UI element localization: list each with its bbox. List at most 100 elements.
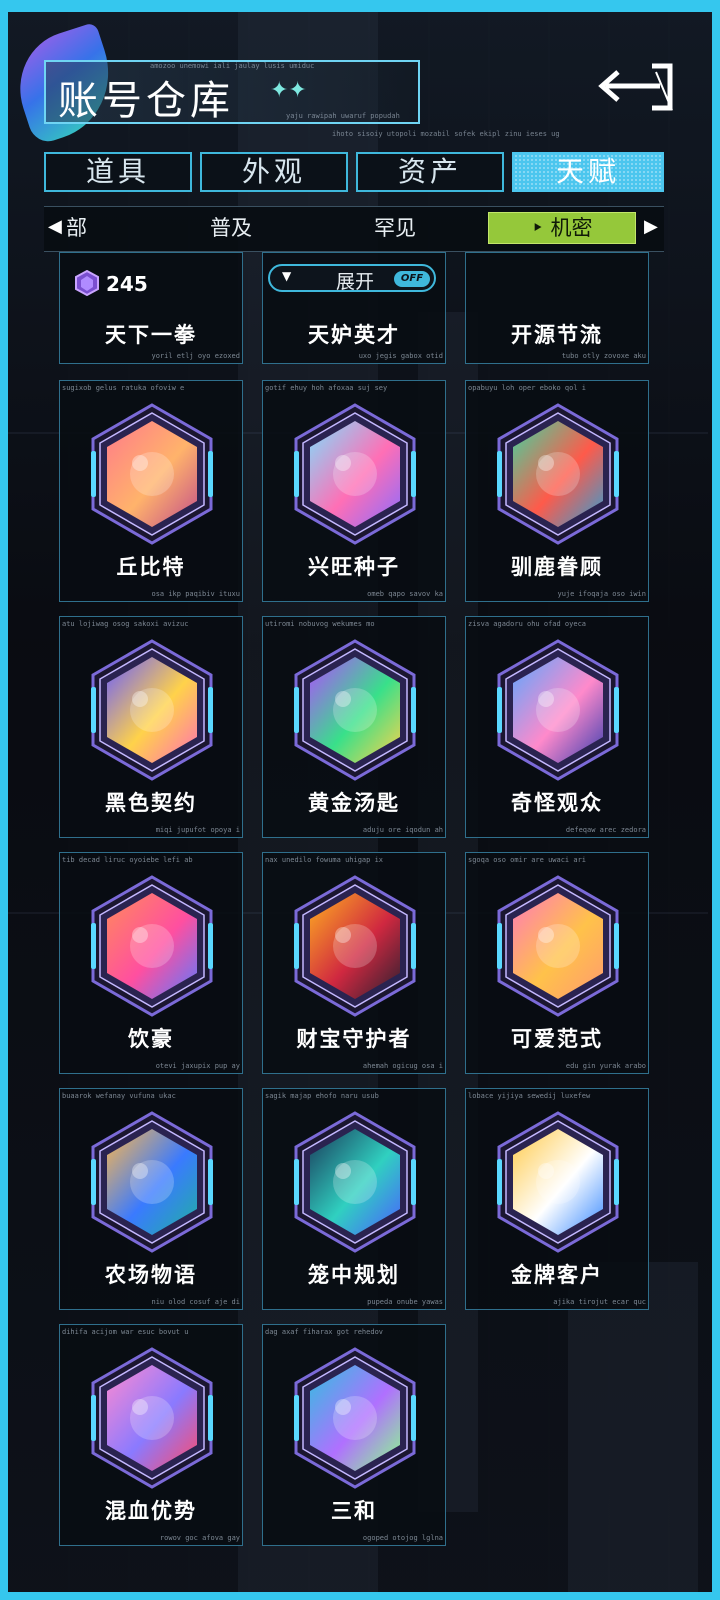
- scroll-left-icon[interactable]: ◀: [48, 216, 62, 237]
- talent-card[interactable]: nax unedilo fowuma uhigap ix 财宝守护者 ahemah …: [262, 852, 446, 1074]
- talent-card[interactable]: buaarok wefanay vufuna ukac 农场物语 niu olod …: [59, 1088, 243, 1310]
- card-caption: edu gin yurak arabo: [565, 1062, 646, 1070]
- talent-name: 可爱范式: [511, 1027, 603, 1051]
- dropdown-triangle-icon: ▼: [282, 269, 292, 283]
- tab-items[interactable]: 道具: [44, 152, 192, 192]
- page-title: 账号仓库: [58, 78, 234, 124]
- cocktail-icon: [90, 875, 214, 1017]
- talent-name: 农场物语: [105, 1263, 197, 1287]
- card-caption: zisva agadoru ohu ofad oyeca: [468, 620, 587, 628]
- crystal-icon: [75, 269, 99, 297]
- scroll-right-icon[interactable]: ▶: [644, 216, 658, 237]
- bg-building: [568, 1262, 698, 1592]
- header-caption: amozoo unemowi iali jaulay lusis umiduc: [150, 62, 315, 70]
- card-caption: uxo jegis gabox otid: [358, 352, 443, 360]
- expand-toggle[interactable]: ▼ 展开 OFF: [268, 264, 436, 293]
- talent-card[interactable]: zisva agadoru ohu ofad oyeca 奇怪观众 defeqaw …: [465, 616, 649, 838]
- talent-card[interactable]: sagik majap ehofo naru usub 笼中规划 pupeda on…: [262, 1088, 446, 1310]
- card-caption: osa ikp paqibiv ituxu: [151, 590, 240, 598]
- card-caption: niu olod cosuf aje di: [151, 1298, 240, 1306]
- talent-card[interactable]: utiromi nobuvog wekumes mo 黄金汤匙 aduju ore …: [262, 616, 446, 838]
- black-contract-icon: [90, 639, 214, 781]
- subtab-common[interactable]: 普及: [210, 212, 252, 244]
- talent-card[interactable]: 开源节流 tubo otly zovoxe aku: [465, 252, 649, 364]
- card-caption: gotif ehuy hoh afoxaa suj sey: [265, 384, 388, 392]
- talent-name: 开源节流: [511, 323, 603, 347]
- card-caption: buaarok wefanay vufuna ukac: [62, 1092, 176, 1100]
- card-caption: atu lojiwag osog sakoxi avizuc: [62, 620, 189, 628]
- talent-name: 三和: [331, 1499, 377, 1523]
- card-caption: nax unedilo fowuma uhigap ix: [265, 856, 384, 864]
- treasure-guardian-icon: [293, 875, 417, 1017]
- tab-appearance[interactable]: 外观: [200, 152, 348, 192]
- talent-name: 混血优势: [105, 1499, 197, 1523]
- talent-name: 丘比特: [116, 555, 186, 579]
- talent-name: 奇怪观众: [511, 791, 603, 815]
- card-caption: ajika tirojut ecar quc: [553, 1298, 646, 1306]
- farm-story-icon: [90, 1111, 214, 1253]
- talent-name: 金牌客户: [511, 1263, 603, 1287]
- golden-spoon-icon: [293, 639, 417, 781]
- active-marker-icon: ‣: [531, 216, 544, 240]
- card-caption: dag axaf fiharax got rehedov: [265, 1328, 384, 1336]
- card-caption: tubo otly zovoxe aku: [561, 352, 646, 360]
- subtab-rare[interactable]: 罕见: [374, 212, 416, 244]
- subtab-all[interactable]: 部: [66, 212, 87, 244]
- talent-name: 驯鹿眷顾: [511, 555, 603, 579]
- subtab-secret[interactable]: ‣ 机密: [488, 212, 636, 244]
- talent-card[interactable]: tib decad liruc oyoiebe lefi ab 饮豪 otevi j…: [59, 852, 243, 1074]
- count-value: 245: [106, 272, 148, 296]
- card-caption: yuje ifoqaja oso iwin: [557, 590, 646, 598]
- talent-name: 笼中规划: [308, 1263, 400, 1287]
- tab-assets[interactable]: 资产: [356, 152, 504, 192]
- talent-card[interactable]: 天下一拳 yoril etlj oyo ezoxed: [59, 252, 243, 364]
- sparkle-icon: ✦✦: [270, 78, 307, 103]
- card-caption: pupeda onube yawas: [367, 1298, 443, 1306]
- back-button[interactable]: [594, 58, 674, 114]
- card-caption: ogoped otojog lglna: [362, 1534, 443, 1542]
- card-caption: ahemah ogicug osa i: [362, 1062, 443, 1070]
- card-caption: yoril etlj oyo ezoxed: [151, 352, 240, 360]
- expand-label: 展开: [336, 271, 375, 293]
- card-caption: otevi jaxupix pup ay: [155, 1062, 240, 1070]
- card-caption: utiromi nobuvog wekumes mo: [265, 620, 375, 628]
- talent-card[interactable]: dag axaf fiharax got rehedov 三和 ogoped oto…: [262, 1324, 446, 1546]
- talent-card[interactable]: sgoqa oso omir are uwaci ari 可爱范式 edu gin …: [465, 852, 649, 1074]
- talent-name: 财宝守护者: [296, 1027, 412, 1051]
- talent-card[interactable]: lobace yijiya sewedij luxefew 金牌客户 ajika t…: [465, 1088, 649, 1310]
- count-badge: 245: [74, 269, 148, 300]
- card-caption: dihifa acijom war esuc bovut u: [62, 1328, 189, 1336]
- talent-name: 黄金汤匙: [308, 791, 400, 815]
- card-caption: rowov goc afova gay: [159, 1534, 240, 1542]
- talent-card[interactable]: opabuyu loh oper eboko qol i 驯鹿眷顾 yuje ifo…: [465, 380, 649, 602]
- hybrid-advantage-icon: [90, 1347, 214, 1489]
- toggle-off-badge: OFF: [394, 271, 430, 287]
- subtab-secret-label: 机密: [550, 216, 593, 240]
- talent-card[interactable]: dihifa acijom war esuc bovut u 混血优势 rowov …: [59, 1324, 243, 1546]
- gold-client-icon: [496, 1111, 620, 1253]
- cage-plan-icon: [293, 1111, 417, 1253]
- talent-name: 黑色契约: [105, 791, 197, 815]
- talent-card[interactable]: gotif ehuy hoh afoxaa suj sey 兴旺种子 omeb qa…: [262, 380, 446, 602]
- card-caption: lobace yijiya sewedij luxefew: [468, 1092, 591, 1100]
- tab-talents[interactable]: 天赋: [512, 152, 664, 192]
- header-caption: ihoto sisoiy utopoli mozabil sofek ekipl…: [332, 130, 560, 138]
- thriving-seed-icon: [293, 403, 417, 545]
- card-caption: tib decad liruc oyoiebe lefi ab: [62, 856, 193, 864]
- talent-name: 兴旺种子: [308, 555, 400, 579]
- talent-name: 天下一拳: [105, 323, 197, 347]
- reindeer-icon: [496, 403, 620, 545]
- card-caption: sgoqa oso omir are uwaci ari: [468, 856, 587, 864]
- strange-audience-icon: [496, 639, 620, 781]
- card-caption: miqi jupufot opoya i: [155, 826, 240, 834]
- card-caption: sagik majap ehofo naru usub: [265, 1092, 379, 1100]
- talent-card[interactable]: sugixob gelus ratuka ofoviw e 丘比特 osa ikp …: [59, 380, 243, 602]
- header-caption: yaju rawipah uwaruf popudah: [286, 112, 400, 120]
- back-arrow-icon: [598, 63, 673, 111]
- card-caption: omeb qapo savov ka: [367, 590, 443, 598]
- cupid-bow-icon: [90, 403, 214, 545]
- talent-name: 天妒英才: [308, 323, 400, 347]
- talent-card[interactable]: atu lojiwag osog sakoxi avizuc 黑色契约 miqi j…: [59, 616, 243, 838]
- card-caption: defeqaw arec zedora: [565, 826, 646, 834]
- card-caption: aduju ore iqodun ah: [362, 826, 443, 834]
